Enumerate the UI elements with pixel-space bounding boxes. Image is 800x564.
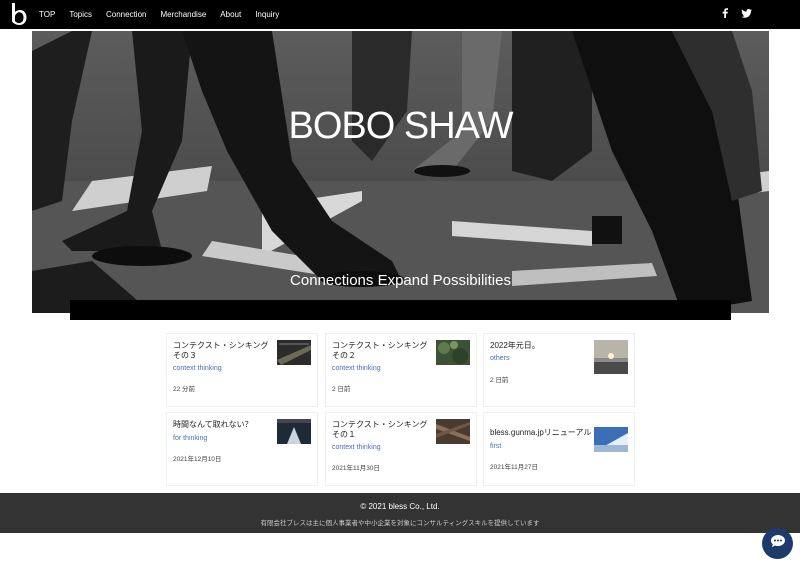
post-card[interactable]: bless.gunma.jpリニューアル first 2021年11月27日 xyxy=(483,412,635,486)
post-date: 2021年11月30日 xyxy=(332,465,380,472)
post-thumbnail[interactable] xyxy=(277,340,311,365)
post-thumbnail[interactable] xyxy=(277,419,311,444)
footer-copyright: © 2021 bless Co., Ltd. xyxy=(360,502,440,511)
post-title[interactable]: コンテクスト・シンキング その１ xyxy=(332,420,432,440)
post-thumbnail[interactable] xyxy=(436,340,470,365)
post-date: 22 分前 xyxy=(173,386,196,393)
nav-about[interactable]: About xyxy=(220,10,241,19)
facebook-icon[interactable] xyxy=(719,7,731,19)
nav-top[interactable]: TOP xyxy=(39,10,55,19)
post-card[interactable]: コンテクスト・シンキング その３ context thinking 22 分前 xyxy=(166,333,318,407)
nav-merchandise[interactable]: Merchandise xyxy=(160,10,206,19)
hero-band xyxy=(70,300,731,320)
post-thumbnail[interactable] xyxy=(594,340,628,374)
post-category-link[interactable]: for thinking xyxy=(173,435,207,442)
post-date: 2 日前 xyxy=(490,377,509,384)
hero-title: BOBO SHAW xyxy=(288,105,514,147)
post-title[interactable]: 2022年元日。 xyxy=(490,341,590,351)
top-nav: TOP Topics Connection Merchandise About … xyxy=(0,0,800,29)
nav-links: TOP Topics Connection Merchandise About … xyxy=(39,0,293,29)
chat-icon xyxy=(770,534,786,553)
post-title[interactable]: bless.gunma.jpリニューアル xyxy=(490,428,600,438)
post-date: 2 日前 xyxy=(332,386,351,393)
post-category-link[interactable]: others xyxy=(490,355,509,362)
post-card[interactable]: 時間なんて取れない？ for thinking 2021年12月10日 xyxy=(166,412,318,486)
chat-button[interactable] xyxy=(762,528,793,559)
hero-tagline: Connections Expand Possibilities xyxy=(290,272,511,289)
post-title[interactable]: 時間なんて取れない？ xyxy=(173,420,273,430)
nav-connection[interactable]: Connection xyxy=(106,10,146,19)
nav-inquiry[interactable]: Inquiry xyxy=(255,10,279,19)
hero-banner: BOBO SHAW Connections Expand Possibiliti… xyxy=(32,31,769,313)
post-title[interactable]: コンテクスト・シンキング その２ xyxy=(332,341,436,361)
post-date: 2021年12月10日 xyxy=(173,456,222,463)
post-category-link[interactable]: context thinking xyxy=(332,365,381,372)
footer-description: 有限会社ブレスは主に個人事業者や中小企業を対象にコンサルティングスキルを提供して… xyxy=(260,520,540,527)
nav-topics[interactable]: Topics xyxy=(69,10,92,19)
b-logo-icon[interactable] xyxy=(10,2,28,26)
twitter-icon[interactable] xyxy=(740,7,752,19)
post-card[interactable]: コンテクスト・シンキング その２ context thinking 2 日前 xyxy=(325,333,477,407)
post-thumbnail[interactable] xyxy=(436,419,470,444)
post-thumbnail[interactable] xyxy=(594,427,628,452)
post-card[interactable]: 2022年元日。 others 2 日前 xyxy=(483,333,635,407)
post-category-link[interactable]: context thinking xyxy=(332,444,381,451)
post-date: 2021年11月27日 xyxy=(490,464,538,471)
site-footer: © 2021 bless Co., Ltd. 有限会社ブレスは主に個人事業者や中… xyxy=(0,493,800,533)
hero-background-image xyxy=(32,31,769,313)
post-category-link[interactable]: first xyxy=(490,443,501,450)
social-links xyxy=(719,7,752,19)
post-title[interactable]: コンテクスト・シンキング その３ xyxy=(173,341,277,361)
post-category-link[interactable]: context thinking xyxy=(173,365,222,372)
post-card[interactable]: コンテクスト・シンキング その１ context thinking 2021年1… xyxy=(325,412,477,486)
